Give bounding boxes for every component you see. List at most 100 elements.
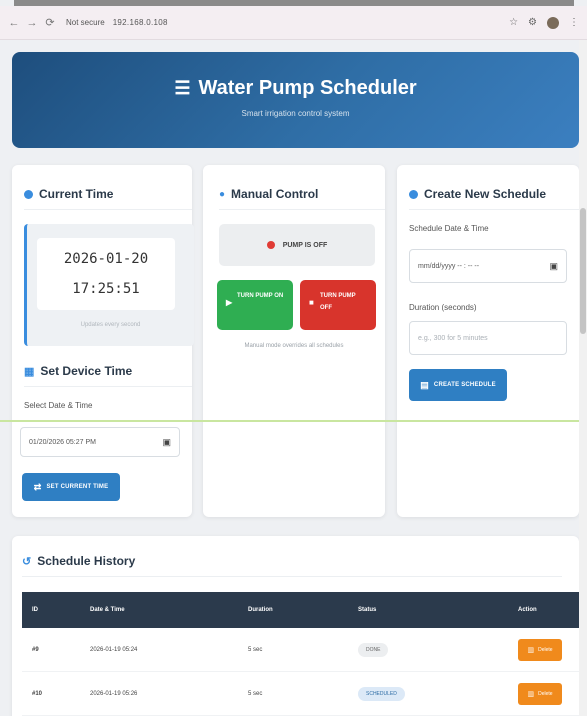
column-header-id: ID	[32, 607, 38, 613]
schedule-history-heading: ↺ Schedule History	[22, 554, 579, 568]
row-duration: 5 sec	[248, 646, 263, 653]
reload-icon[interactable]: ⟳	[44, 16, 56, 29]
trash-icon: ▥	[527, 646, 535, 654]
clock-caption: Updates every second	[80, 322, 141, 328]
clock-display: 2026-01-20 17:25:51 Updates every second	[24, 224, 194, 346]
current-clock: 17:25:51	[72, 281, 140, 297]
current-time-heading-label: Current Time	[39, 187, 114, 201]
row-status-cell: DONE	[358, 642, 518, 657]
app-header: ☰ Water Pump Scheduler Smart irrigation …	[12, 52, 579, 148]
calendar-picker-icon[interactable]: ▣	[549, 261, 558, 272]
column-header-status: Status	[358, 607, 377, 613]
set-device-time-heading: ▦ Set Device Time	[24, 364, 192, 378]
calendar-icon: ▦	[24, 365, 35, 378]
scrollbar-thumb[interactable]	[580, 208, 586, 334]
create-schedule-heading-label: Create New Schedule	[424, 187, 547, 201]
divider	[219, 209, 385, 210]
delete-button-label: Delete	[538, 690, 553, 697]
table-header-row: ID Date & Time Duration Status Action	[22, 592, 580, 628]
current-date: 2026-01-20	[63, 251, 149, 267]
column-header-datetime: Date & Time	[90, 607, 125, 613]
clock-panel: 2026-01-20 17:25:51	[37, 238, 175, 310]
schedule-datetime-input[interactable]: mm/dd/yyyy -- : -- -- ▣	[409, 249, 567, 283]
schedule-history-table: ID Date & Time Duration Status Action #9…	[22, 592, 580, 716]
app-title-row: ☰ Water Pump Scheduler	[12, 77, 579, 100]
row-status-cell: SCHEDULED	[358, 686, 518, 701]
column-header-duration: Duration	[248, 607, 273, 613]
profile-avatar[interactable]	[547, 16, 559, 29]
row-duration: 5 sec	[248, 690, 263, 697]
forward-icon[interactable]: →	[26, 17, 38, 29]
table-row: #9 2026-01-19 05:24 5 sec DONE ▥ Delete	[22, 628, 580, 672]
create-schedule-heading: Create New Schedule	[409, 187, 579, 201]
extensions-icon[interactable]: ⚙	[528, 17, 537, 28]
calendar-add-icon: ▤	[420, 379, 429, 390]
row-action-cell: ▥ Delete	[518, 682, 578, 705]
schedule-history-card: ↺ Schedule History ID Date & Time Durati…	[12, 536, 580, 716]
schedule-datetime-placeholder: mm/dd/yyyy -- : -- --	[418, 262, 480, 270]
turn-pump-on-button[interactable]: ▶ TURN PUMP ON	[217, 280, 293, 330]
row-id: #10	[32, 690, 43, 697]
menu-list-icon: ☰	[174, 78, 191, 98]
row-datetime: 2026-01-19 05:26	[90, 690, 138, 697]
pump-status-indicator: PUMP IS OFF	[219, 224, 375, 266]
set-current-time-button[interactable]: ⇄ SET CURRENT TIME	[22, 473, 120, 501]
app-subtitle: Smart irrigation control system	[241, 109, 350, 118]
row-datetime: 2026-01-19 05:24	[90, 646, 138, 653]
address-bar[interactable]: Not secure 192.168.0.108	[66, 18, 168, 27]
delete-button-label: Delete	[538, 646, 553, 653]
table-row: #10 2026-01-19 05:26 5 sec SCHEDULED ▥ D…	[22, 672, 580, 716]
water-drop-icon: ●	[219, 188, 226, 200]
security-badge[interactable]: Not secure	[66, 18, 105, 27]
url-text[interactable]: 192.168.0.108	[113, 18, 168, 27]
select-datetime-label: Select Date & Time	[24, 401, 93, 410]
current-time-heading: Current Time	[24, 187, 192, 201]
status-dot-icon	[266, 241, 275, 249]
delete-button[interactable]: ▥ Delete	[518, 682, 562, 705]
set-device-time-heading-label: Set Device Time	[40, 364, 133, 378]
status-badge: SCHEDULED	[358, 686, 405, 701]
turn-pump-off-button[interactable]: ■ TURN PUMP OFF	[300, 280, 376, 330]
sync-icon: ⇄	[33, 481, 42, 492]
divider	[24, 386, 192, 387]
device-datetime-value: 01/20/2026 05:27 PM	[29, 438, 96, 446]
history-icon: ↺	[22, 555, 32, 568]
device-datetime-input[interactable]: 01/20/2026 05:27 PM ▣	[20, 427, 180, 457]
create-schedule-button[interactable]: ▤ CREATE SCHEDULE	[409, 369, 507, 401]
manual-control-heading: ● Manual Control	[219, 187, 385, 201]
create-schedule-card: Create New Schedule Schedule Date & Time…	[397, 165, 579, 517]
page-scrollbar[interactable]	[579, 40, 587, 716]
manual-mode-note: Manual mode overrides all schedules	[244, 343, 344, 349]
row-action-cell: ▥ Delete	[518, 638, 578, 661]
app-title: Water Pump Scheduler	[198, 77, 417, 99]
schedule-history-heading-label: Schedule History	[37, 554, 136, 568]
turn-pump-on-label: TURN PUMP ON	[237, 293, 284, 299]
row-id: #9	[32, 646, 39, 653]
pump-status-text: PUMP IS OFF	[282, 241, 328, 249]
divider	[409, 209, 579, 210]
create-schedule-label: CREATE SCHEDULE	[433, 382, 496, 388]
overlay-line	[0, 420, 587, 422]
status-badge: DONE	[358, 642, 389, 657]
set-current-time-label: SET CURRENT TIME	[46, 484, 109, 490]
manual-control-heading-label: Manual Control	[231, 187, 319, 201]
browser-menu-icon[interactable]: ⋮	[569, 17, 579, 28]
status-badge-text: SCHEDULED	[366, 690, 397, 697]
column-header-action: Action	[518, 607, 537, 613]
calendar-picker-icon[interactable]: ▣	[162, 437, 171, 448]
duration-label: Duration (seconds)	[409, 303, 477, 312]
delete-button[interactable]: ▥ Delete	[518, 638, 562, 661]
back-icon[interactable]: ←	[8, 17, 20, 29]
browser-toolbar: ← → ⟳ Not secure 192.168.0.108 ☆ ⚙ ⋮	[0, 6, 587, 40]
turn-pump-off-label: TURN PUMP OFF	[320, 293, 356, 311]
manual-control-card: ● Manual Control PUMP IS OFF ▶ TURN PUMP…	[203, 165, 385, 517]
clock-icon	[24, 189, 33, 199]
bookmark-star-icon[interactable]: ☆	[509, 17, 518, 28]
schedule-datetime-label: Schedule Date & Time	[409, 224, 489, 233]
status-badge-text: DONE	[366, 646, 381, 653]
stop-icon: ■	[309, 298, 314, 307]
play-icon: ▶	[226, 298, 233, 307]
divider	[22, 576, 562, 577]
plus-circle-icon	[409, 189, 418, 199]
duration-input[interactable]: e.g., 300 for 5 minutes	[409, 321, 567, 355]
